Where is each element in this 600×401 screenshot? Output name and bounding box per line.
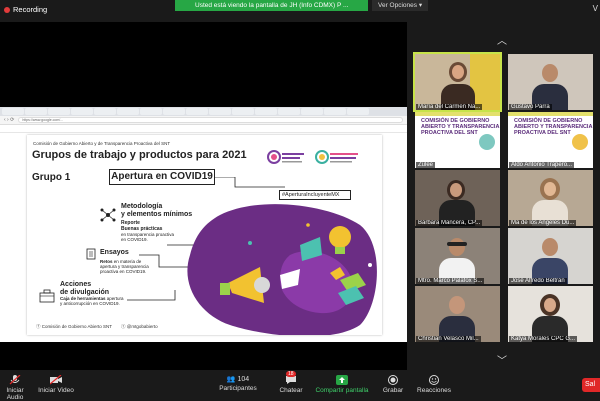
commission-logo: [315, 150, 358, 164]
start-video-button[interactable]: Iniciar Video: [38, 375, 74, 394]
reporte-title: Reporte Buenas prácticas: [121, 220, 163, 232]
participant-name: Mtro. Marco Palafox S...: [416, 278, 485, 284]
shared-screen: ‹ › ⟳ https://www.google.com/... Comisió…: [0, 22, 407, 370]
participant-name: Katya Morales CPC G...: [509, 336, 578, 342]
presentation-slide: Comisión de Gobierno Abierto y de Transp…: [27, 135, 382, 335]
record-button[interactable]: Grabar: [380, 375, 406, 394]
top-bar: Recording Usted está viendo la pantalla …: [0, 0, 600, 22]
screen-share-banner: Usted está viendo la pantalla de JH (Inf…: [175, 0, 368, 11]
participant-name: Ma de los Angeles Du...: [509, 220, 577, 226]
participant-name: José Alfredo Beltrán: [509, 278, 567, 284]
participant-name: Aldo Antonio Trapero...: [509, 162, 575, 168]
toolbox-icon: [39, 289, 55, 303]
participant-tile[interactable]: Gustavo Parra: [508, 54, 593, 110]
connector-line: [127, 290, 176, 301]
gallery-up-arrow-icon[interactable]: ︿: [497, 32, 507, 47]
shared-browser-window: ‹ › ⟳ https://www.google.com/... Comisió…: [0, 107, 407, 342]
address-bar[interactable]: ‹ › ⟳ https://www.google.com/...: [0, 116, 407, 125]
url-field[interactable]: https://www.google.com/...: [18, 117, 403, 123]
participant-name: María del Carmen Na...: [416, 104, 483, 110]
participant-gallery: ︿ María del Carmen Na... Gustavo Parra C…: [407, 22, 600, 370]
slide-group-label: Grupo 1: [32, 172, 71, 183]
participant-tile[interactable]: Katya Morales CPC G...: [508, 286, 593, 342]
meeting-controls: Iniciar Audio Iniciar Video 👥 104 Partic…: [0, 370, 600, 401]
browser-tabs[interactable]: [0, 107, 407, 116]
participant-tile[interactable]: COMISIÓN DE GOBIERNO ABIERTO Y TRANSPARE…: [508, 112, 593, 168]
connector-line: [215, 177, 285, 188]
apertura-covid-box: Apertura en COVID19: [109, 169, 215, 185]
gallery-down-arrow-icon[interactable]: ﹀: [497, 352, 507, 367]
leave-button[interactable]: Sal: [582, 378, 600, 392]
participant-tile[interactable]: Mtro. Marco Palafox S...: [415, 228, 500, 284]
network-icon: [100, 208, 116, 222]
participant-name: Christian Velasco Mil...: [416, 336, 481, 342]
participant-tile[interactable]: Bárbara Mancera, CP...: [415, 170, 500, 226]
recording-label: Recording: [13, 5, 48, 14]
participant-tile[interactable]: José Alfredo Beltrán: [508, 228, 593, 284]
participants-icon: 👥 104: [226, 376, 250, 383]
recording-dot-icon: [4, 6, 10, 13]
bookmarks-bar: [0, 125, 407, 133]
participant-tile[interactable]: Ma de los Angeles Du...: [508, 170, 593, 226]
microphone-muted-icon: [9, 375, 21, 385]
participant-name: Gustavo Parra: [509, 104, 552, 110]
participant-name: Bárbara Mancera, CP...: [416, 220, 483, 226]
participants-count: 104: [237, 376, 250, 383]
share-screen-button[interactable]: Compartir pantalla: [314, 375, 370, 394]
slide-title: Grupos de trabajo y productos para 2021: [32, 149, 247, 161]
footer-facebook: ⓕ Comisión de Gobierno Abierto SNT: [36, 324, 113, 329]
nav-arrows-icon[interactable]: ‹ › ⟳: [4, 117, 14, 123]
chat-badge: 18: [286, 371, 296, 377]
reactions-button[interactable]: Reacciones: [416, 375, 452, 394]
slide-header: Comisión de Gobierno Abierto y de Transp…: [33, 141, 171, 146]
view-options-button[interactable]: Ver Opciones ▾: [372, 0, 428, 11]
camera-off-icon: [50, 375, 62, 385]
participant-tile[interactable]: Christian Velasco Mil...: [415, 286, 500, 342]
participants-button[interactable]: 👥 104 Participantes: [218, 375, 258, 392]
recording-indicator[interactable]: Recording: [4, 5, 47, 14]
participant-tile[interactable]: COMISIÓN DE GOBIERNO ABIERTO Y TRANSPARE…: [415, 112, 500, 168]
document-icon: [86, 248, 96, 260]
share-screen-icon: [336, 375, 348, 385]
participant-tile[interactable]: María del Carmen Na...: [413, 52, 502, 112]
chat-button[interactable]: 18 Chatear: [278, 371, 304, 394]
record-icon: [388, 375, 398, 385]
ensayos-title: Ensayos: [100, 249, 129, 256]
caja-text: Caja de herramientas apertura y anticorr…: [60, 296, 124, 306]
covid-illustration: [187, 204, 377, 335]
smiley-icon: [429, 375, 439, 385]
footer-twitter: ⓣ @mtgobabierto: [121, 324, 158, 329]
view-button[interactable]: V: [593, 4, 598, 13]
snt-logo: [267, 150, 304, 164]
acciones-title: Acciones de divulgación: [60, 281, 110, 296]
participant-name: Zulee: [416, 162, 436, 168]
start-audio-button[interactable]: Iniciar Audio: [0, 375, 30, 401]
